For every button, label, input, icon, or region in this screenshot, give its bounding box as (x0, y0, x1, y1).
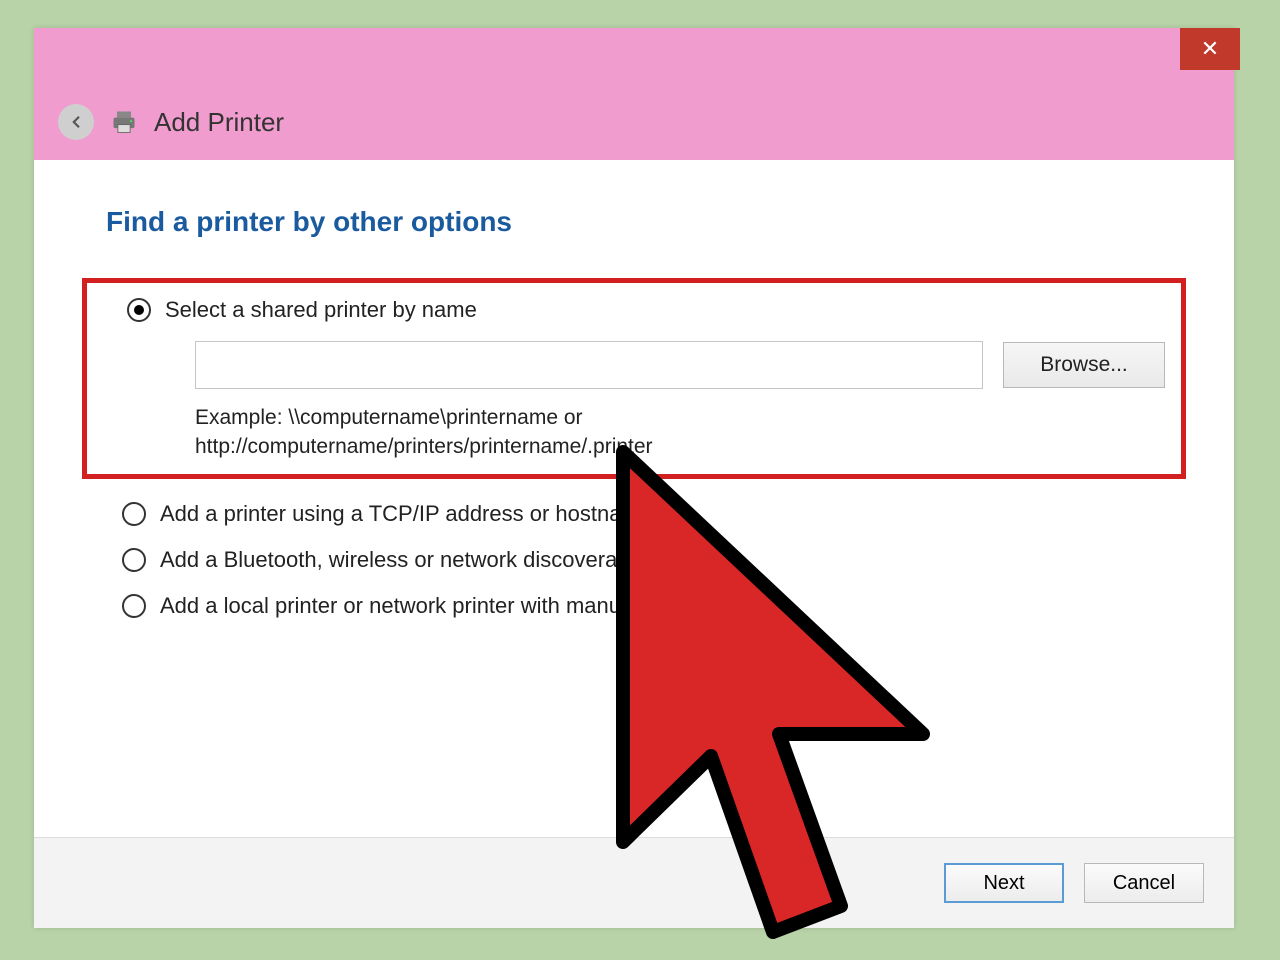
back-button[interactable] (58, 104, 94, 140)
window-title: Add Printer (154, 107, 284, 138)
example-text: Example: \\computername\printername or h… (195, 403, 1165, 462)
cancel-button[interactable]: Cancel (1084, 863, 1204, 903)
browse-button[interactable]: Browse... (1003, 342, 1165, 388)
title-row: Add Printer (58, 104, 284, 140)
radio-unselected-icon[interactable] (122, 594, 146, 618)
option-shared-printer-label: Select a shared printer by name (165, 297, 477, 323)
example-line-2: http://computername/printers/printername… (195, 432, 1165, 461)
example-line-1: Example: \\computername\printername or (195, 403, 1165, 432)
option-bluetooth[interactable]: Add a Bluetooth, wireless or network dis… (122, 547, 1162, 573)
option-tcpip[interactable]: Add a printer using a TCP/IP address or … (122, 501, 1162, 527)
radio-selected-icon[interactable] (127, 298, 151, 322)
option-local[interactable]: Add a local printer or network printer w… (122, 593, 1162, 619)
radio-unselected-icon[interactable] (122, 502, 146, 526)
printer-name-row: Browse... (195, 341, 1165, 389)
option-bluetooth-label: Add a Bluetooth, wireless or network dis… (160, 547, 715, 573)
selected-option-highlight: Select a shared printer by name Browse..… (82, 278, 1186, 479)
next-button[interactable]: Next (944, 863, 1064, 903)
arrow-left-icon (67, 113, 85, 131)
option-shared-printer[interactable]: Select a shared printer by name (127, 297, 1165, 323)
option-tcpip-label: Add a printer using a TCP/IP address or … (160, 501, 652, 527)
printer-icon (110, 108, 138, 136)
footer: Next Cancel (34, 837, 1234, 928)
close-icon: ✕ (1201, 36, 1219, 62)
printer-name-input[interactable] (195, 341, 983, 389)
content-area: Find a printer by other options Select a… (34, 160, 1234, 619)
other-options: Add a printer using a TCP/IP address or … (106, 501, 1162, 619)
close-button[interactable]: ✕ (1180, 28, 1240, 70)
radio-unselected-icon[interactable] (122, 548, 146, 572)
titlebar: ✕ Add Printer (34, 28, 1234, 160)
option-local-label: Add a local printer or network printer w… (160, 593, 720, 619)
add-printer-wizard-window: ✕ Add Printer Find a printer by other op… (34, 28, 1234, 928)
page-heading: Find a printer by other options (106, 206, 1162, 238)
